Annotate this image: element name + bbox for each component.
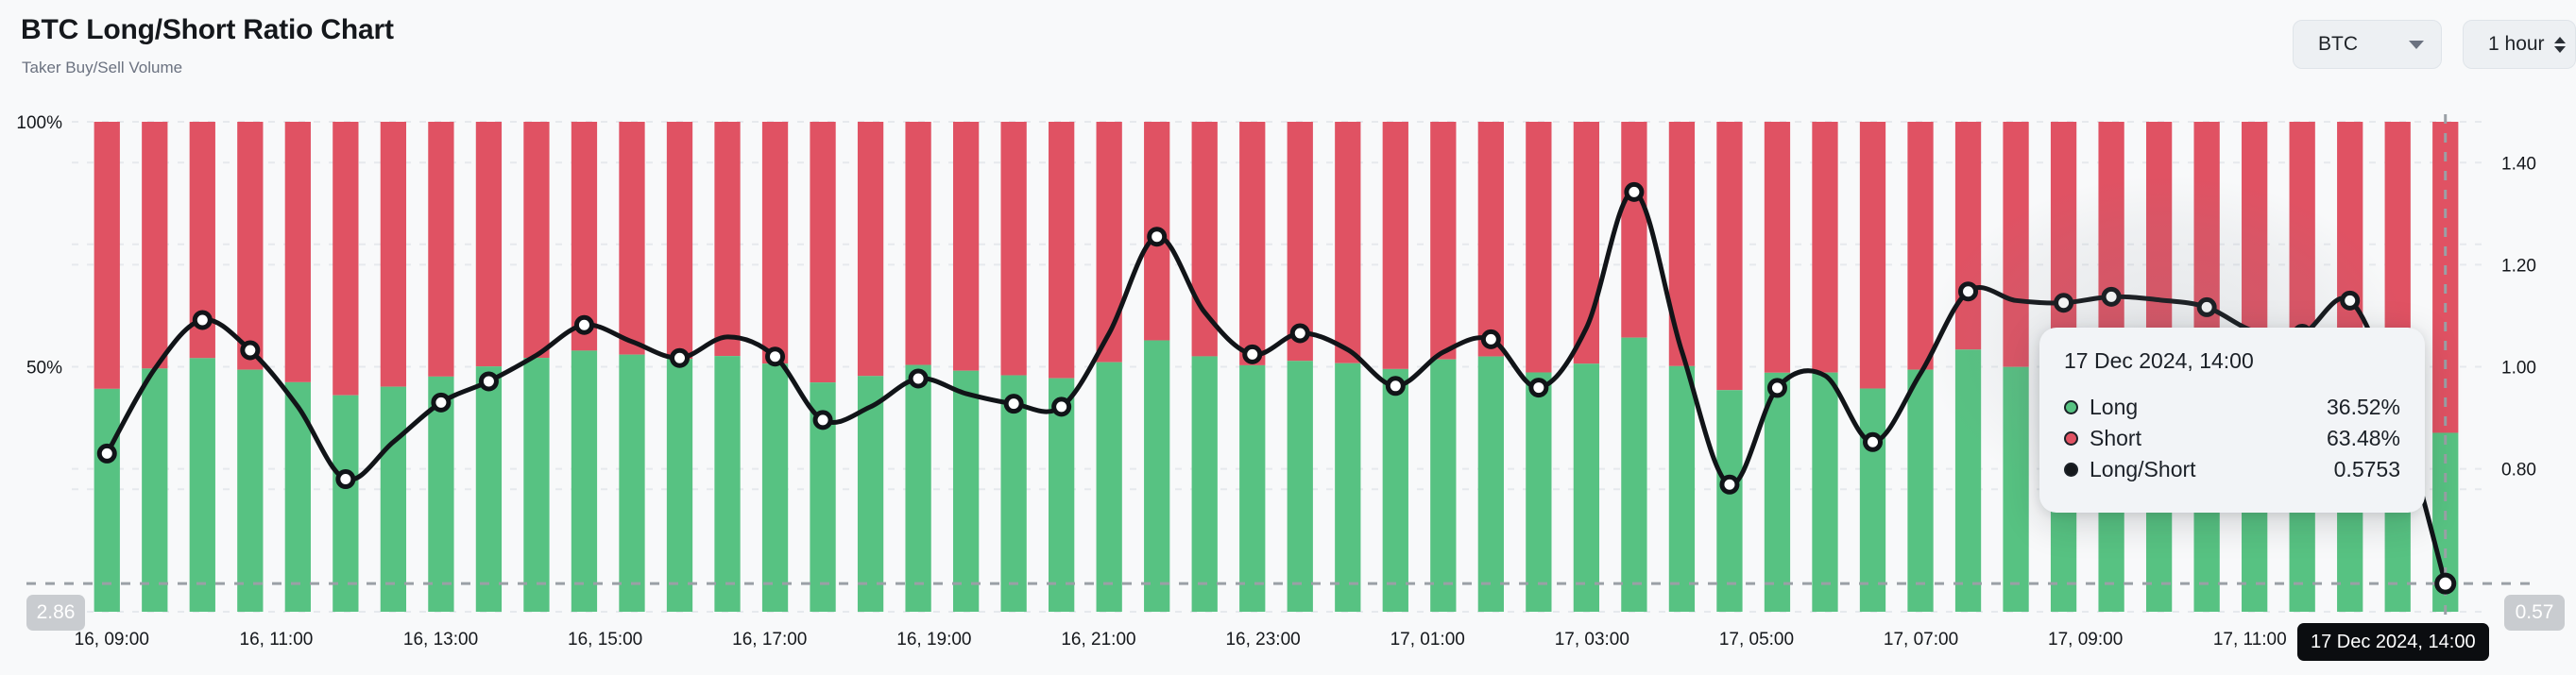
tooltip-row-long: Long 36.52% xyxy=(2064,395,2400,420)
short-color-dot-icon xyxy=(2064,431,2078,446)
tooltip-value-ratio: 0.5753 xyxy=(2333,457,2400,481)
ratio-color-dot-icon xyxy=(2064,463,2078,477)
svg-text:17, 11:00: 17, 11:00 xyxy=(2213,630,2287,650)
tooltip-row-ratio: Long/Short 0.5753 xyxy=(2064,457,2400,482)
svg-text:1.40: 1.40 xyxy=(2501,154,2536,174)
svg-text:1.20: 1.20 xyxy=(2501,256,2536,276)
svg-text:0.80: 0.80 xyxy=(2501,461,2536,481)
interval-select[interactable]: 1 hour xyxy=(2463,20,2576,69)
svg-text:17, 05:00: 17, 05:00 xyxy=(1719,630,1794,650)
interval-select-value: 1 hour xyxy=(2488,33,2545,55)
long-short-ratio-chart-card: BTC Long/Short Ratio Chart Taker Buy/Sel… xyxy=(0,0,2576,675)
svg-text:17, 03:00: 17, 03:00 xyxy=(1555,630,1629,650)
svg-text:16, 09:00: 16, 09:00 xyxy=(75,630,149,650)
chart-controls: BTC 1 hour xyxy=(2293,20,2576,69)
svg-text:1.00: 1.00 xyxy=(2501,359,2536,379)
page-title: BTC Long/Short Ratio Chart xyxy=(21,14,394,45)
svg-text:17, 07:00: 17, 07:00 xyxy=(1884,630,1958,650)
svg-text:17, 09:00: 17, 09:00 xyxy=(2048,630,2123,650)
left-axis-crosshair-badge: 2.86 xyxy=(26,595,85,631)
tooltip-label-long: Long xyxy=(2090,395,2139,419)
tooltip-label-ratio: Long/Short xyxy=(2090,457,2196,481)
up-down-arrows-icon xyxy=(2553,36,2566,53)
x-axis-crosshair-tooltip: 17 Dec 2024, 14:00 xyxy=(2297,623,2489,661)
svg-text:17, 01:00: 17, 01:00 xyxy=(1390,630,1465,650)
svg-text:16, 11:00: 16, 11:00 xyxy=(240,630,314,650)
tooltip-value-long: 36.52% xyxy=(2326,395,2400,419)
chart-tooltip: 17 Dec 2024, 14:00 Long 36.52% Short 63.… xyxy=(2039,328,2425,513)
long-color-dot-icon xyxy=(2064,400,2078,414)
svg-text:16, 13:00: 16, 13:00 xyxy=(403,630,478,650)
symbol-select[interactable]: BTC xyxy=(2293,20,2442,69)
tooltip-label-short: Short xyxy=(2090,426,2141,450)
chart-header: BTC Long/Short Ratio Chart Taker Buy/Sel… xyxy=(0,0,2576,109)
tooltip-title: 17 Dec 2024, 14:00 xyxy=(2064,348,2254,373)
svg-text:100%: 100% xyxy=(16,113,62,133)
chevron-down-icon xyxy=(2409,40,2424,49)
right-axis-crosshair-badge: 0.57 xyxy=(2504,595,2565,631)
page-subtitle: Taker Buy/Sell Volume xyxy=(22,59,183,76)
symbol-select-value: BTC xyxy=(2318,33,2358,55)
svg-text:16, 23:00: 16, 23:00 xyxy=(1225,630,1300,650)
svg-text:16, 21:00: 16, 21:00 xyxy=(1061,630,1135,650)
svg-text:16, 15:00: 16, 15:00 xyxy=(568,630,642,650)
svg-text:16, 19:00: 16, 19:00 xyxy=(896,630,971,650)
svg-text:16, 17:00: 16, 17:00 xyxy=(732,630,807,650)
tooltip-value-short: 63.48% xyxy=(2326,426,2400,450)
tooltip-row-short: Short 63.48% xyxy=(2064,426,2400,451)
svg-text:50%: 50% xyxy=(26,359,62,379)
